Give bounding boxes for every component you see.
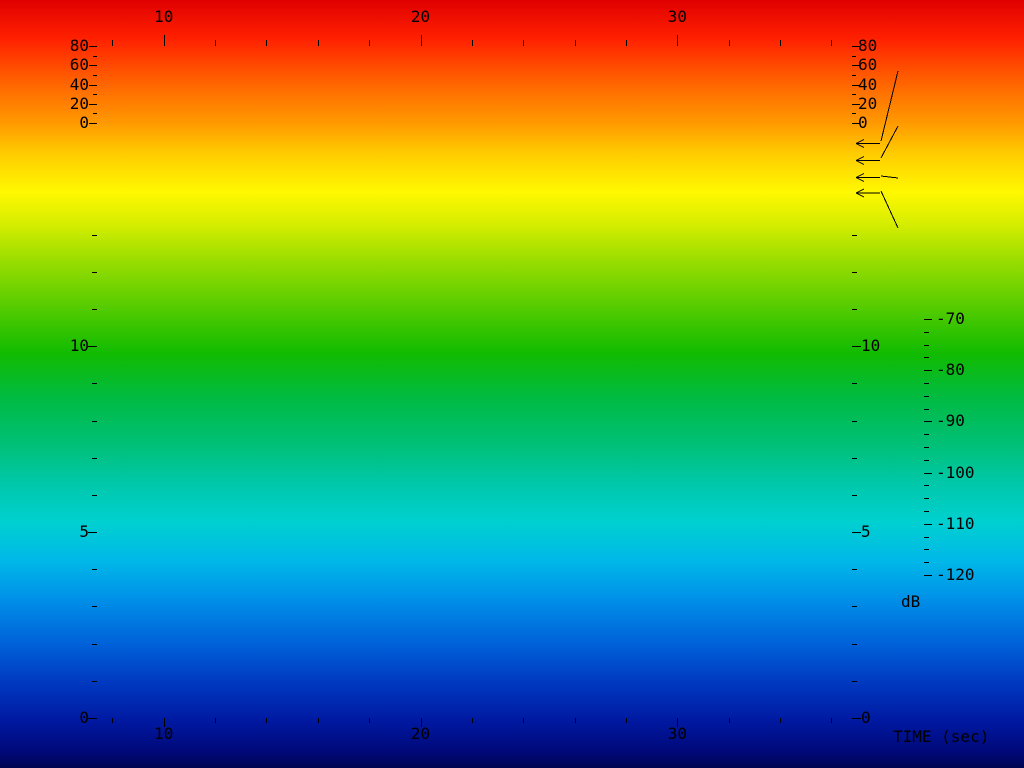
gain-tick-label-left: 0 xyxy=(47,114,89,132)
time-tick-label-bottom: 30 xyxy=(657,725,697,743)
time-tick-label-top: 10 xyxy=(144,8,184,26)
colorbar-tick-label: -80 xyxy=(936,361,986,379)
wbd-spectrogram-display: Gain (dB) Frequency (kHz) START - 2000 3… xyxy=(0,0,1024,768)
gain-tick-label-right: 60 xyxy=(858,56,900,74)
colorbar-tick-label: -110 xyxy=(936,515,986,533)
time-tick-label-top: 30 xyxy=(657,8,697,26)
gain-tick-label-right: 40 xyxy=(858,76,900,94)
colorbar-unit-label: dB xyxy=(901,592,920,611)
colorbar-tick-label: -120 xyxy=(936,566,986,584)
gain-tick-label-left: 60 xyxy=(47,56,89,74)
freq-tick-label-left: 10 xyxy=(47,337,89,355)
freq-tick-label-left: 0 xyxy=(47,709,89,727)
gain-tick-label-left: 40 xyxy=(47,76,89,94)
time-axis-label: TIME (sec) xyxy=(893,727,989,746)
colorbar-tick-label: -70 xyxy=(936,310,986,328)
freq-tick-label-left: 5 xyxy=(47,523,89,541)
colorbar-tick-label: -100 xyxy=(936,464,986,482)
freq-tick-label-right: 0 xyxy=(861,709,903,727)
freq-tick-label-right: 5 xyxy=(861,523,903,541)
time-tick-label-bottom: 20 xyxy=(401,725,441,743)
gain-tick-label-left: 20 xyxy=(47,95,89,113)
time-tick-label-bottom: 10 xyxy=(144,725,184,743)
colorbar-tick-label: -90 xyxy=(936,412,986,430)
gain-tick-label-right: 80 xyxy=(858,37,900,55)
freq-tick-label-right: 10 xyxy=(861,337,903,355)
gain-tick-label-right: 20 xyxy=(858,95,900,113)
gain-tick-label-left: 80 xyxy=(47,37,89,55)
time-tick-label-top: 20 xyxy=(401,8,441,26)
gain-tick-label-right: 0 xyxy=(858,114,900,132)
colorbar xyxy=(0,0,23,258)
